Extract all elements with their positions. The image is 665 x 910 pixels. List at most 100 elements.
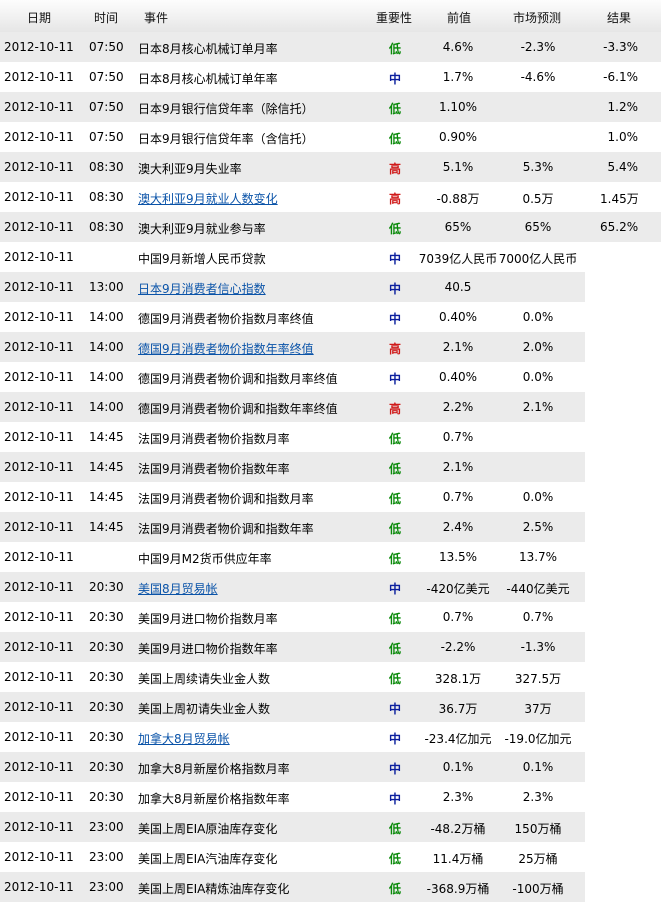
- row-event: 美国9月进口物价指数年率: [138, 642, 278, 656]
- row-event: 日本8月核心机械订单月率: [138, 42, 278, 56]
- row-date: 2012-10-11: [4, 430, 74, 444]
- table-row: 2012-10-11 14:00 德国9月消费者物价调和指数年率终值高 2.2% 2.1…: [0, 392, 585, 422]
- header-forecast: 市场预测: [513, 11, 562, 25]
- row-event: 日本9月银行信贷年率（含信托）: [138, 132, 314, 146]
- table-row: 2012-10-11 07:50 日本9月银行信贷年率（除信托）低 1.10% 1.2%: [0, 92, 661, 122]
- row-forecast: 2.0%: [522, 340, 554, 354]
- row-forecast: -2.3%: [520, 40, 556, 54]
- table-row: 2012-10-11 20:30 美国上周初请失业金人数中 36.7万 37万: [0, 692, 585, 722]
- row-time: 23:00: [89, 850, 124, 864]
- row-time: 07:50: [89, 70, 124, 84]
- row-forecast: 0.0%: [522, 310, 554, 324]
- table-row: 2012-10-11 14:00 德国9月消费者物价指数月率终值中 0.40% 0.0%: [0, 302, 585, 332]
- row-time: 23:00: [89, 820, 124, 834]
- row-time: 14:00: [89, 340, 124, 354]
- row-forecast: 13.7%: [518, 550, 558, 564]
- row-time: 20:30: [89, 760, 124, 774]
- row-time: 14:00: [89, 310, 124, 324]
- row-actual: 1.2%: [607, 100, 639, 114]
- table-row: 2012-10-11 中国9月M2货币供应年率低 13.5% 13.7%: [0, 542, 585, 572]
- table-header: 日期 时间 事件 重要性 前值 市场预测 结果: [0, 0, 661, 33]
- row-time: 13:00: [89, 280, 124, 294]
- table-row: 2012-10-11 08:30 澳大利亚9月就业参与率低 65% 65% 65.2%: [0, 212, 661, 242]
- table-row: 2012-10-11 20:30 加拿大8月新屋价格指数月率中 0.1% 0.1%: [0, 752, 585, 782]
- row-forecast: 5.3%: [522, 160, 554, 174]
- table-row: 2012-10-11 14:45 法国9月消费者物价指数月率低 0.7%: [0, 422, 585, 452]
- row-event: 美国上周EIA汽油库存变化: [138, 852, 278, 866]
- row-time: 20:30: [89, 580, 124, 594]
- row-date: 2012-10-11: [4, 190, 74, 204]
- table-row: 2012-10-11 20:30 美国上周续请失业金人数低 328.1万 327.5万: [0, 662, 585, 692]
- row-event: 德国9月消费者物价指数月率终值: [138, 312, 314, 326]
- row-forecast: -4.6%: [520, 70, 556, 84]
- table-row: 2012-10-11 08:30 澳大利亚9月失业率高 5.1% 5.3% 5.4%: [0, 152, 661, 182]
- row-actual: 1.0%: [607, 130, 639, 144]
- row-forecast: 65%: [524, 220, 552, 234]
- row-time: 14:00: [89, 370, 124, 384]
- row-actual: -6.1%: [603, 70, 638, 84]
- row-time: 07:50: [89, 40, 124, 54]
- table-row: 2012-10-11 07:50 日本9月银行信贷年率（含信托）低 0.90% 1.0%: [0, 122, 661, 152]
- row-date: 2012-10-11: [4, 40, 74, 54]
- row-time: 20:30: [89, 640, 124, 654]
- row-date: 2012-10-11: [4, 880, 74, 894]
- row-previous: 1.10%: [438, 100, 478, 114]
- table-row: 2012-10-11 23:00 美国上周EIA精炼油库存变化低 -368.9万桶 -1…: [0, 872, 585, 902]
- row-date: 2012-10-11: [4, 130, 74, 144]
- table-row: 2012-10-11 08:30 澳大利亚9月就业人数变化高 -0.88万 0.5万 1.…: [0, 182, 661, 212]
- row-date: 2012-10-11: [4, 820, 74, 834]
- row-forecast: 0.0%: [522, 490, 554, 504]
- row-actual: 5.4%: [607, 160, 639, 174]
- row-time: 14:45: [89, 430, 124, 444]
- table-row: 2012-10-11 20:30 美国9月进口物价指数年率低 -2.2% -1.3%: [0, 632, 585, 662]
- row-date: 2012-10-11: [4, 700, 74, 714]
- row-event: 日本8月核心机械订单年率: [138, 72, 278, 86]
- row-actual: 65.2%: [600, 220, 639, 234]
- row-forecast: -1.3%: [520, 640, 556, 654]
- row-event: 加拿大8月新屋价格指数年率: [138, 792, 290, 806]
- table-row: 2012-10-11 20:30 加拿大8月新屋价格指数年率中 2.3% 2.3%: [0, 782, 585, 812]
- row-date: 2012-10-11: [4, 550, 74, 564]
- row-time: 23:00: [89, 880, 124, 894]
- row-date: 2012-10-11: [4, 370, 74, 384]
- row-event: 美国9月进口物价指数月率: [138, 612, 278, 626]
- row-forecast: 37万: [524, 702, 552, 716]
- row-time: 14:45: [89, 490, 124, 504]
- row-time: 20:30: [89, 730, 124, 744]
- row-forecast: 150万桶: [514, 822, 562, 836]
- row-time: 20:30: [89, 790, 124, 804]
- row-date: 2012-10-11: [4, 160, 74, 174]
- row-event-link[interactable]: 澳大利亚9月就业人数变化: [138, 190, 278, 207]
- row-date: 2012-10-11: [4, 790, 74, 804]
- row-forecast: 0.0%: [522, 370, 554, 384]
- row-event: 澳大利亚9月就业参与率: [138, 222, 266, 236]
- header-date: 日期: [27, 11, 52, 25]
- row-forecast: -440亿美元: [506, 582, 570, 596]
- row-forecast: 2.5%: [522, 520, 554, 534]
- row-event-link[interactable]: 德国9月消费者物价指数年率终值: [138, 340, 314, 357]
- row-time: 14:45: [89, 460, 124, 474]
- row-event: 法国9月消费者物价指数月率: [138, 432, 290, 446]
- header-actual: 结果: [607, 11, 632, 25]
- row-actual: -3.3%: [603, 40, 638, 54]
- row-event: 法国9月消费者物价调和指数月率: [138, 492, 314, 506]
- row-date: 2012-10-11: [4, 850, 74, 864]
- row-previous: 0.7%: [442, 430, 474, 444]
- row-date: 2012-10-11: [4, 220, 74, 234]
- row-event-link[interactable]: 日本9月消费者信心指数: [138, 280, 266, 297]
- row-forecast: -100万桶: [512, 882, 564, 896]
- row-forecast: 7000亿人民币: [498, 252, 578, 266]
- row-event-link[interactable]: 美国8月贸易帐: [138, 580, 218, 597]
- row-previous: 2.1%: [442, 460, 474, 474]
- row-event-link[interactable]: 加拿大8月贸易帐: [138, 730, 230, 747]
- row-forecast: 0.7%: [522, 610, 554, 624]
- row-date: 2012-10-11: [4, 280, 74, 294]
- row-event: 澳大利亚9月失业率: [138, 162, 242, 176]
- header-previous: 前值: [447, 11, 472, 25]
- row-time: 20:30: [89, 670, 124, 684]
- row-date: 2012-10-11: [4, 250, 74, 264]
- row-forecast: -19.0亿加元: [504, 732, 572, 746]
- row-time: 08:30: [89, 160, 124, 174]
- row-previous: 40.5: [444, 280, 472, 294]
- row-date: 2012-10-11: [4, 760, 74, 774]
